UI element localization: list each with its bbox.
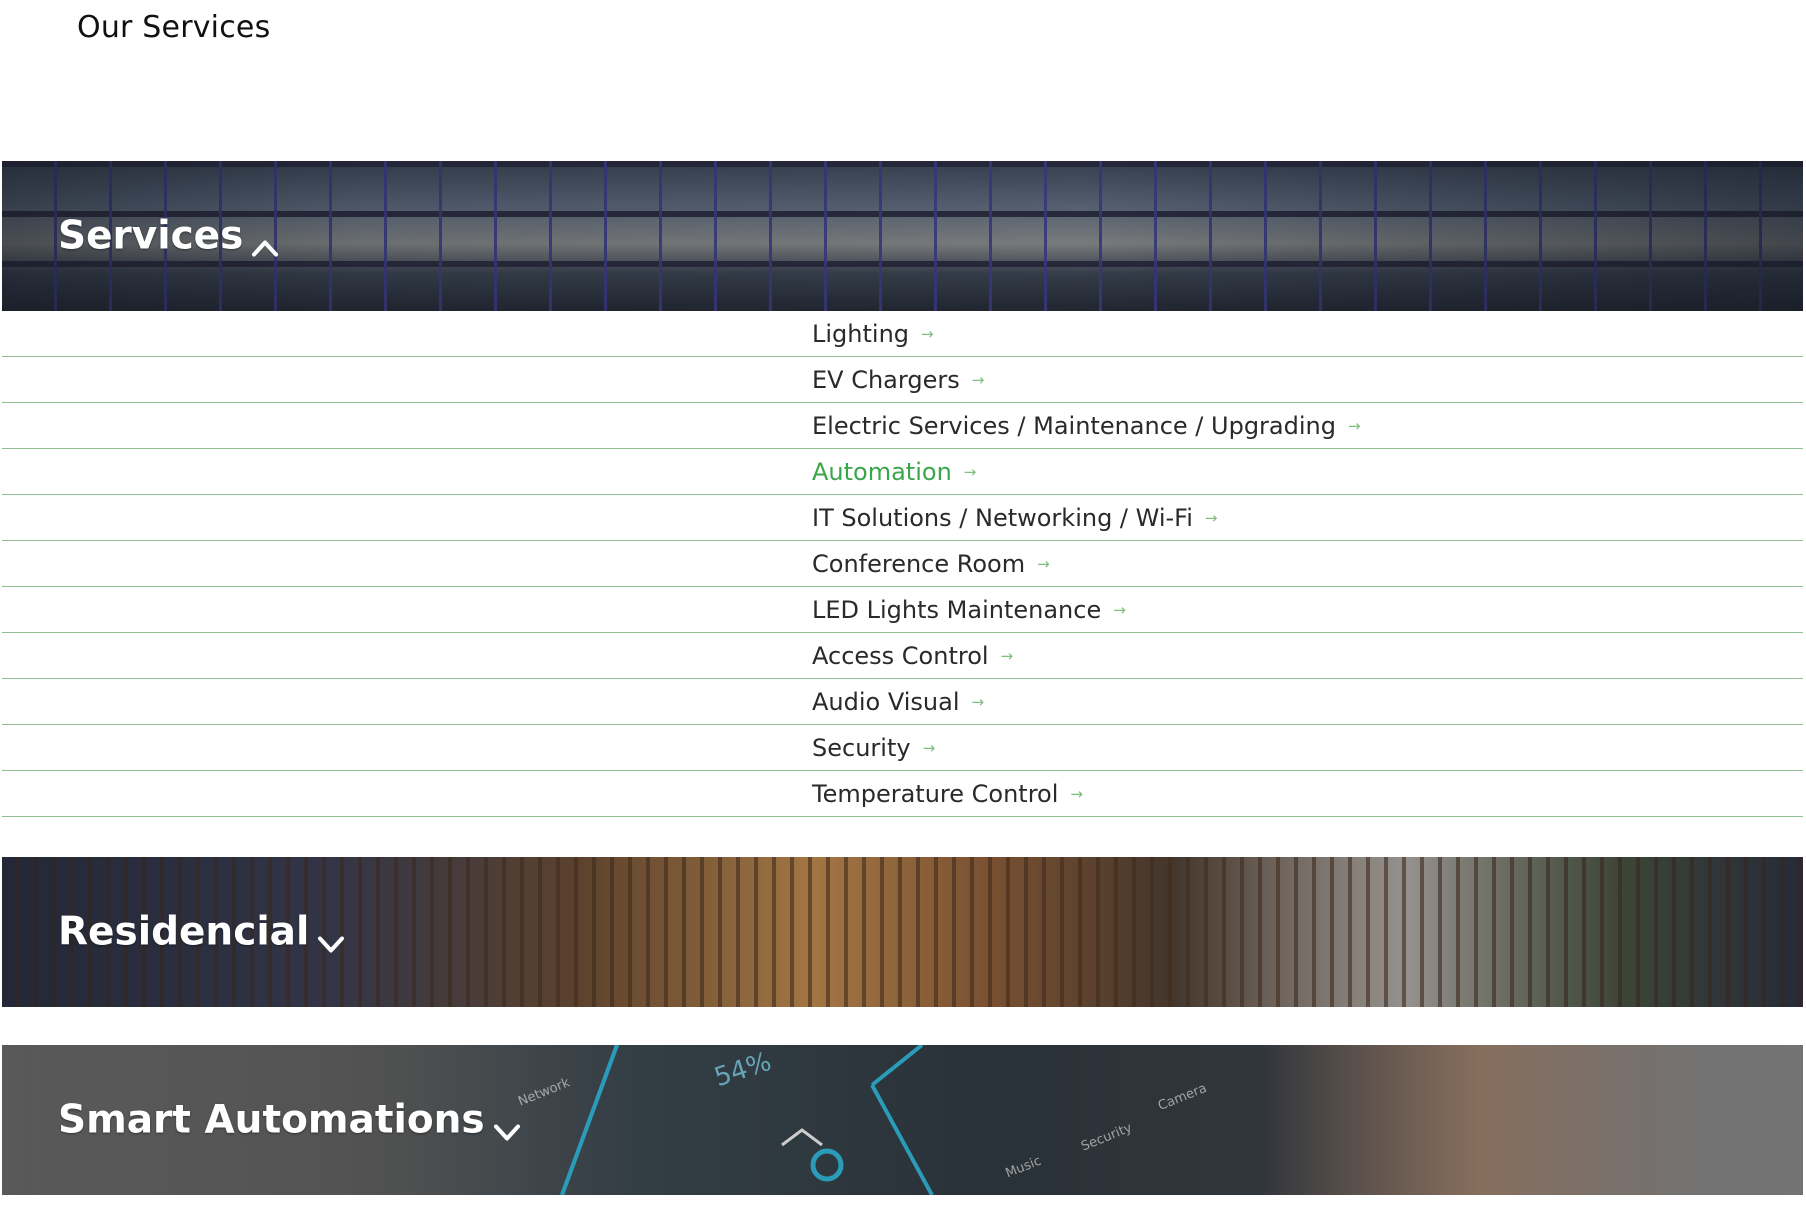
- services-accordion-header[interactable]: Services: [2, 161, 1803, 311]
- arrow-right-icon: →: [1204, 508, 1218, 527]
- service-link-security[interactable]: Security →: [812, 734, 935, 762]
- services-section-title: Services: [58, 213, 244, 259]
- list-item: IT Solutions / Networking / Wi-Fi →: [2, 495, 1803, 541]
- arrow-right-icon: →: [1347, 416, 1361, 435]
- arrow-right-icon: →: [1037, 554, 1050, 573]
- arrow-right-icon: →: [971, 370, 985, 389]
- arrow-right-icon: →: [922, 738, 936, 757]
- list-item: Electric Services / Maintenance / Upgrad…: [2, 403, 1803, 449]
- list-item: Lighting →: [2, 311, 1803, 357]
- arrow-right-icon: →: [1113, 600, 1126, 619]
- chevron-down-icon: [315, 920, 347, 952]
- services-list: Lighting → EV Chargers → Electric Services…: [2, 311, 1803, 817]
- smart-automations-accordion-header[interactable]: 54% Network Music Security Camera Smart …: [2, 1045, 1803, 1195]
- arrow-right-icon: →: [963, 462, 977, 481]
- service-link-automation[interactable]: Automation →: [812, 458, 976, 486]
- list-item: LED Lights Maintenance →: [2, 587, 1803, 633]
- list-item: Security →: [2, 725, 1803, 771]
- arrow-right-icon: →: [921, 324, 934, 343]
- service-link-led-lights[interactable]: LED Lights Maintenance →: [812, 596, 1126, 624]
- chevron-up-icon: [249, 224, 281, 256]
- service-link-conference-room[interactable]: Conference Room →: [812, 550, 1050, 578]
- service-link-electric-services[interactable]: Electric Services / Maintenance / Upgrad…: [812, 412, 1361, 440]
- service-link-ev-chargers[interactable]: EV Chargers →: [812, 366, 984, 394]
- residencial-section-title: Residencial: [58, 909, 310, 955]
- residencial-accordion-header[interactable]: Residencial: [2, 857, 1803, 1007]
- list-item: Access Control →: [2, 633, 1803, 679]
- list-item: Audio Visual →: [2, 679, 1803, 725]
- smart-automations-section-title: Smart Automations: [58, 1097, 485, 1143]
- arrow-right-icon: →: [1000, 646, 1014, 665]
- list-item: Automation →: [2, 449, 1803, 495]
- service-link-lighting[interactable]: Lighting →: [812, 320, 934, 348]
- page-title: Our Services: [77, 10, 271, 45]
- list-item: EV Chargers →: [2, 357, 1803, 403]
- service-link-temperature-control[interactable]: Temperature Control →: [812, 780, 1083, 808]
- service-link-audio-visual[interactable]: Audio Visual →: [812, 688, 984, 716]
- list-item: Temperature Control →: [2, 771, 1803, 817]
- service-link-it-solutions[interactable]: IT Solutions / Networking / Wi-Fi →: [812, 504, 1217, 532]
- chevron-down-icon: [491, 1108, 523, 1140]
- arrow-right-icon: →: [971, 692, 985, 711]
- service-link-access-control[interactable]: Access Control →: [812, 642, 1013, 670]
- arrow-right-icon: →: [1070, 784, 1083, 803]
- list-item: Conference Room →: [2, 541, 1803, 587]
